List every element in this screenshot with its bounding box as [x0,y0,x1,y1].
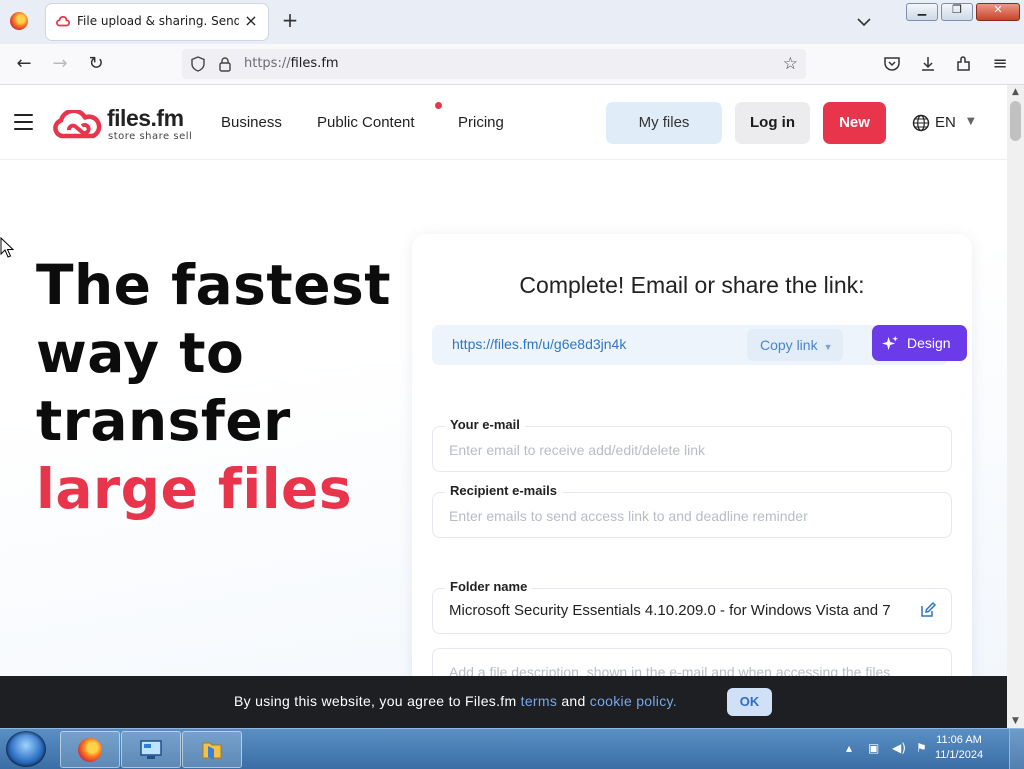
browser-nav-bar: ← → ↻ https://files.fm ☆ ≡ [0,44,1024,85]
url-host: files.fm [290,56,339,71]
your-email-field[interactable]: Your e-mail Enter email to receive add/e… [432,417,952,472]
reload-icon[interactable]: ↻ [86,54,106,74]
app-menu-icon[interactable]: ≡ [990,54,1010,74]
recipient-emails-placeholder: Enter emails to send access link to and … [449,508,808,524]
logo-tagline: store share sell [108,131,193,142]
files-fm-favicon-icon [56,15,70,27]
nav-pricing[interactable]: Pricing [458,114,504,131]
flag-icon[interactable]: ⚑ [916,741,927,755]
taskbar-firefox[interactable] [60,731,120,768]
lock-icon[interactable] [218,56,232,72]
restore-button[interactable]: ❐ [941,3,973,21]
card-title: Complete! Email or share the link: [519,272,865,298]
caret-down-icon: ▼ [823,342,833,352]
network-icon[interactable]: ▣ [868,741,879,755]
cookie-text: By using this website, you agree to File… [234,693,677,709]
hero-headline: The fastest way to transfer large files [36,251,391,523]
hamburger-menu-icon[interactable] [14,114,33,130]
pocket-icon[interactable] [882,54,902,74]
notification-dot [435,102,442,109]
shield-icon[interactable] [190,56,206,72]
download-icon[interactable] [918,54,938,74]
volume-icon[interactable]: ◀) [892,741,906,755]
clock-date: 11/1/2024 [934,749,984,761]
share-url[interactable]: https://files.fm/u/g6e8d3jn4k [452,336,626,352]
caret-down-icon: ▼ [967,116,975,127]
edit-icon[interactable] [919,601,937,619]
web-page: files.fm store share sell Business Publi… [0,85,1007,728]
scroll-thumb[interactable] [1010,101,1021,141]
copy-link-button[interactable]: Copy link ▼ [747,329,843,361]
hero-line-3: transfer [36,389,291,453]
cookie-ok-button[interactable]: OK [727,688,772,716]
cookie-banner: By using this website, you agree to File… [0,676,1007,728]
your-email-placeholder: Enter email to receive add/edit/delete l… [449,442,706,458]
folder-icon [202,742,222,760]
window-controls: ▁ ❐ ✕ [906,3,1020,21]
mouse-cursor-icon [0,237,15,258]
hero-line-4: large files [36,457,353,521]
taskbar-explorer[interactable] [182,731,242,768]
url-text[interactable]: https://files.fm [244,56,339,71]
files-fm-logo[interactable]: files.fm store share sell [52,105,202,145]
cloud-logo-icon [53,110,102,139]
my-files-button[interactable]: My files [606,102,722,144]
chevron-down-icon[interactable] [854,12,874,32]
copy-link-label: Copy link [760,337,818,353]
taskbar-control-panel[interactable] [121,731,181,768]
recipient-emails-label: Recipient e-mails [445,483,562,498]
nav-business[interactable]: Business [221,114,282,131]
cookie-policy-link[interactable]: cookie policy. [590,693,677,709]
login-button[interactable]: Log in [735,102,810,144]
language-selector[interactable]: EN ▼ [912,113,982,133]
windows-taskbar: ▴ ▣ ◀) ⚑ 11:06 AM 11/1/2024 [0,728,1024,769]
cookie-text-and: and [557,693,590,709]
new-tab-icon[interactable]: + [280,10,300,30]
hero-line-2: way to [36,321,245,385]
cookie-text-before: By using this website, you agree to File… [234,693,521,709]
nav-public-content[interactable]: Public Content [317,114,415,131]
share-card: Complete! Email or share the link: https… [412,234,972,728]
tab-close-icon[interactable]: × [242,12,260,30]
recipient-emails-field[interactable]: Recipient e-mails Enter emails to send a… [432,483,952,538]
extensions-icon[interactable] [954,54,974,74]
site-header: files.fm store share sell Business Publi… [0,85,1007,160]
show-desktop-button[interactable] [1009,729,1024,769]
tab-title: File upload & sharing. Send large files [77,14,239,28]
back-arrow-icon[interactable]: ← [14,54,34,74]
folder-name-label: Folder name [445,579,533,594]
start-button[interactable] [6,731,46,767]
bookmark-star-icon[interactable]: ☆ [783,54,798,74]
clock-time: 11:06 AM [936,734,982,746]
share-link-row: https://files.fm/u/g6e8d3jn4k Copy link ▼… [432,325,967,365]
sparkle-icon [882,335,899,351]
minimize-button[interactable]: ▁ [906,3,938,21]
monitor-icon [140,740,162,759]
firefox-icon[interactable] [10,12,28,30]
hero-line-1: The fastest [36,253,392,317]
your-email-label: Your e-mail [445,417,525,432]
taskbar-clock[interactable]: 11:06 AM 11/1/2024 [932,733,986,763]
page-scrollbar[interactable]: ▲ ▼ [1007,85,1024,728]
new-button[interactable]: New [823,102,886,144]
folder-name-value: Microsoft Security Essentials 4.10.209.0… [449,602,891,619]
language-code: EN [935,114,956,131]
firefox-icon [78,738,102,762]
scroll-down-arrow-icon[interactable]: ▼ [1007,714,1024,728]
terms-link[interactable]: terms [521,693,558,709]
folder-name-field[interactable]: Folder name Microsoft Security Essential… [432,579,952,634]
url-protocol: https:// [244,56,291,71]
tray-expand-icon[interactable]: ▴ [846,741,852,755]
forward-arrow-icon[interactable]: → [50,54,70,74]
browser-tab[interactable]: File upload & sharing. Send large files … [46,4,268,40]
design-button[interactable]: Design [872,325,967,361]
scroll-up-arrow-icon[interactable]: ▲ [1007,85,1024,99]
close-window-button[interactable]: ✕ [976,3,1020,21]
address-bar[interactable]: https://files.fm ☆ [182,49,806,79]
browser-tab-bar: File upload & sharing. Send large files … [0,0,1024,44]
logo-name: files.fm [107,105,184,131]
globe-icon [912,114,930,132]
design-label: Design [907,335,951,351]
